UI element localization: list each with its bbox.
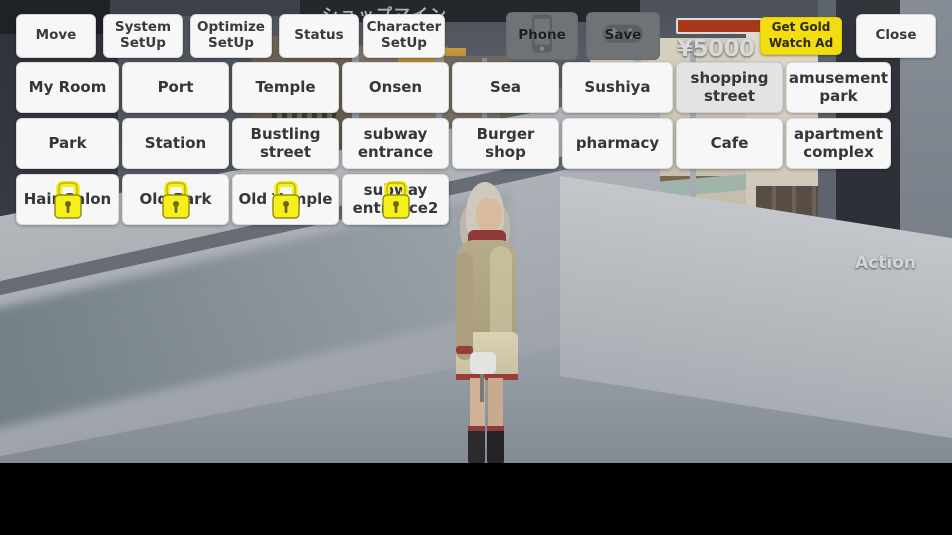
location-button-label: Bustling street <box>250 125 321 161</box>
location-button-label: Old Park <box>139 189 212 208</box>
location-button-label: amusement park <box>788 69 889 105</box>
location-button-bustling-street[interactable]: Bustling street <box>232 118 339 169</box>
location-button-label: Old Temple <box>238 189 333 208</box>
action-label[interactable]: Action <box>855 253 916 273</box>
location-button-station[interactable]: Station <box>122 118 229 169</box>
location-button-label: My Room <box>28 77 107 96</box>
location-button-old-temple[interactable]: Old Temple <box>232 174 339 225</box>
character-boot-right <box>487 426 504 463</box>
location-button-park[interactable]: Park <box>16 118 119 169</box>
location-button-apartment-complex[interactable]: apartment complex <box>786 118 891 169</box>
location-button-temple[interactable]: Temple <box>232 62 339 113</box>
location-button-cafe[interactable]: Cafe <box>676 118 783 169</box>
location-button-label: Hair Salon <box>23 189 112 208</box>
location-button-onsen[interactable]: Onsen <box>342 62 449 113</box>
location-button-burger-shop[interactable]: Burger shop <box>452 118 559 169</box>
location-button-shopping-street[interactable]: shopping street <box>676 62 783 113</box>
location-button-label: Burger shop <box>476 125 535 161</box>
location-button-label: Sushiya <box>584 77 651 96</box>
game-screen: ショップマイン Action Move <box>0 0 952 535</box>
location-button-port[interactable]: Port <box>122 62 229 113</box>
location-button-old-park[interactable]: Old Park <box>122 174 229 225</box>
character-bag <box>470 352 496 374</box>
location-button-label: subway entrance2 <box>352 181 439 217</box>
save-button-label: Save <box>604 27 642 44</box>
character-arm <box>456 252 473 360</box>
character-boot-trim-right <box>487 426 504 431</box>
location-button-label: Temple <box>255 77 316 96</box>
location-button-subway-entrance[interactable]: subway entrance <box>342 118 449 169</box>
character-boot-left <box>468 426 485 463</box>
location-button-sea[interactable]: Sea <box>452 62 559 113</box>
location-button-label: Sea <box>489 77 522 96</box>
location-button-label: Onsen <box>368 77 423 96</box>
character-skirt-trim <box>456 374 518 380</box>
location-button-label: Port <box>157 77 194 96</box>
location-button-my-room[interactable]: My Room <box>16 62 119 113</box>
location-button-label: apartment complex <box>793 125 884 161</box>
location-button-sushiya[interactable]: Sushiya <box>562 62 673 113</box>
location-button-pharmacy[interactable]: pharmacy <box>562 118 673 169</box>
location-button-label: pharmacy <box>575 133 660 152</box>
location-button-amusement-park[interactable]: amusement park <box>786 62 891 113</box>
location-grid: My Room Port Temple Onsen Sea Sushiya shopping… <box>0 0 952 240</box>
location-button-label: subway entrance <box>357 125 434 161</box>
character-boot-trim-left <box>468 426 485 431</box>
phone-button-label: Phone <box>518 27 566 44</box>
location-button-label: Park <box>48 133 87 152</box>
location-button-label: Station <box>144 133 207 152</box>
location-button-label: shopping street <box>690 69 769 105</box>
letterbox-bottom <box>0 463 952 535</box>
location-button-hair-salon[interactable]: Hair Salon <box>16 174 119 225</box>
location-button-subway-entrance2[interactable]: subway entrance2 <box>342 174 449 225</box>
location-button-label: Cafe <box>710 133 749 152</box>
